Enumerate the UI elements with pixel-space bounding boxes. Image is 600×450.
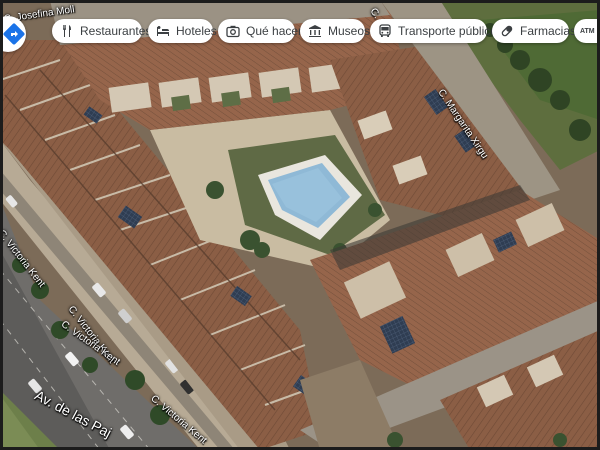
chip-public-transport-label: Transporte público (398, 24, 497, 38)
chip-museums[interactable]: Museos (300, 19, 370, 43)
chip-things-to-do-label: Qué hacer (246, 24, 303, 38)
bed-icon (156, 24, 170, 38)
camera-icon (226, 24, 240, 38)
chip-restaurants-label: Restaurantes (80, 24, 152, 38)
chip-hotels[interactable]: Hoteles (148, 19, 217, 43)
pill-icon (500, 24, 514, 38)
chip-atm[interactable]: ATM C (574, 19, 600, 43)
chip-hotels-label: Hoteles (176, 24, 217, 38)
chip-pharmacies[interactable]: Farmacias (492, 19, 576, 43)
bus-icon (378, 24, 392, 38)
chip-restaurants[interactable]: Restaurantes (52, 19, 151, 43)
category-chip-bar: Restaurantes Hoteles Qué hacer Museos Tr… (0, 16, 600, 52)
chip-public-transport[interactable]: Transporte público (370, 19, 497, 43)
directions-icon (2, 22, 26, 46)
satellite-map[interactable]: C. Josefina Moll C. C. Margarita Xirgu C… (0, 0, 600, 450)
fork-knife-icon (60, 24, 74, 38)
museum-icon (308, 24, 322, 38)
chip-things-to-do[interactable]: Qué hacer (218, 19, 302, 43)
chip-pharmacies-label: Farmacias (520, 24, 577, 38)
chip-museums-label: Museos (328, 24, 371, 38)
atm-icon: ATM (580, 27, 595, 35)
